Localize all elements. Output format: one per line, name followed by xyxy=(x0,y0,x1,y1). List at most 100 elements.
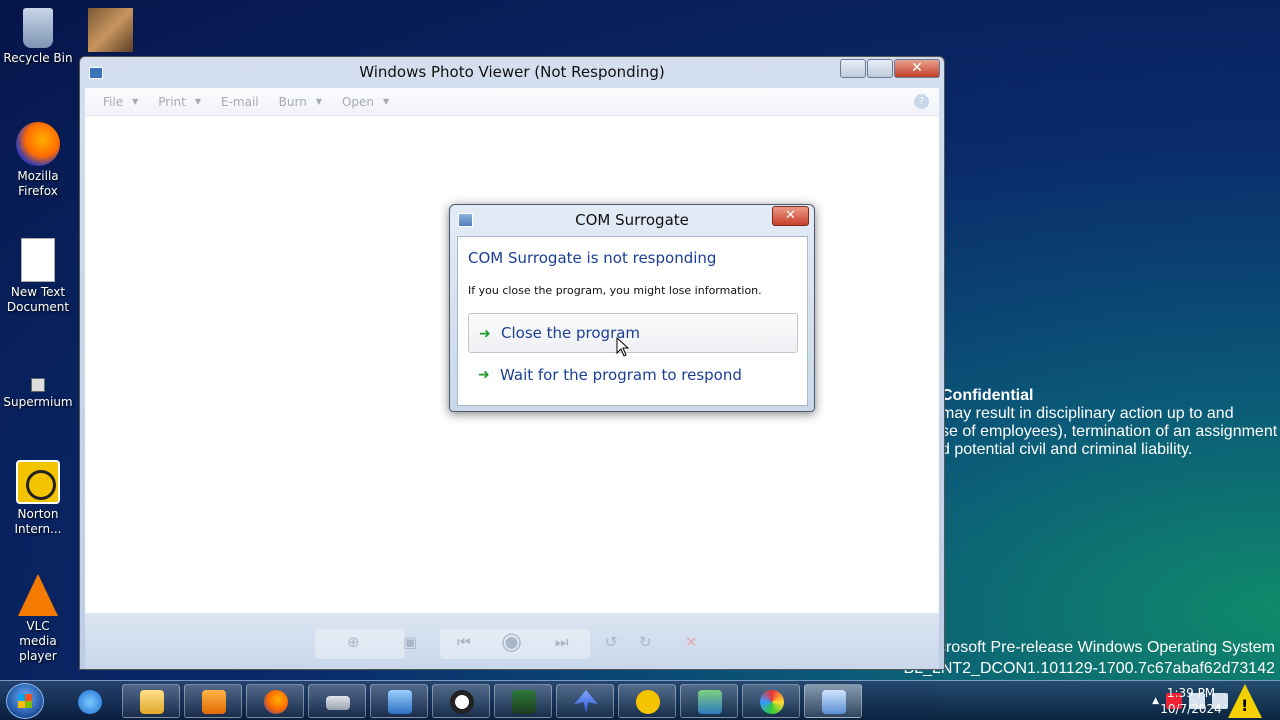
com-surrogate-dialog: COM Surrogate ✕ COM Surrogate is not res… xyxy=(449,204,815,412)
confidential-line: may result in disciplinary action up to … xyxy=(941,405,1234,422)
slideshow-icon[interactable]: ◉ xyxy=(501,627,522,655)
dialog-close-button[interactable]: ✕ xyxy=(772,206,809,226)
start-button[interactable] xyxy=(6,683,44,719)
photo-viewer-toolbar: File ▼ Print ▼ E-mail Burn ▼ Open ▼ ? xyxy=(85,88,939,116)
warning-exclamation-icon: ! xyxy=(1241,696,1249,715)
show-hidden-icons-chevron-icon[interactable]: ▲ xyxy=(1152,696,1159,706)
build-watermark: BL_LNT2_DCON1.101129-1700.7c67abaf62d731… xyxy=(903,660,1275,677)
dialog-body: COM Surrogate is not responding If you c… xyxy=(457,236,808,406)
confidential-line: se of employees), termination of an assi… xyxy=(941,423,1278,440)
close-the-program-button[interactable]: ➜ Close the program xyxy=(468,313,798,353)
wait-for-program-label: Wait for the program to respond xyxy=(500,366,742,384)
desktop-icon-norton[interactable]: Norton Intern... xyxy=(0,460,76,537)
supermium-icon xyxy=(31,378,45,392)
burn-menu-label: Burn xyxy=(278,94,307,109)
taskbar-task-manager[interactable] xyxy=(494,684,552,718)
actual-size-icon[interactable]: ▣ xyxy=(403,633,417,651)
bird-icon xyxy=(574,690,598,714)
confidential-title: Confidential xyxy=(941,387,1034,404)
mouse-cursor-icon xyxy=(616,337,630,357)
taskbar-photo-viewer[interactable] xyxy=(804,684,862,718)
taskbar: ▲ 1:39 PM 10/7/2024 ! xyxy=(0,680,1280,720)
rotate-left-icon[interactable]: ↺ xyxy=(605,633,618,651)
viewer-controls-bar: ⊕ ▣ ⏮ ◉ ⏭ ↺ ↻ ✕ xyxy=(85,613,939,669)
desktop-icon-label: Supermium xyxy=(3,395,73,409)
taskbar-file-explorer[interactable] xyxy=(122,684,180,718)
internet-explorer-icon xyxy=(78,690,102,714)
wait-for-program-button[interactable]: ➜ Wait for the program to respond xyxy=(468,355,798,395)
taskbar-norton[interactable] xyxy=(618,684,676,718)
taskbar-paint[interactable] xyxy=(742,684,800,718)
green-arrow-icon: ➜ xyxy=(479,326,491,342)
prerelease-watermark: icrosoft Pre-release Windows Operating S… xyxy=(934,639,1275,656)
green-arrow-icon: ➜ xyxy=(478,367,490,383)
taskbar-image-app[interactable] xyxy=(680,684,738,718)
chevron-down-icon: ▼ xyxy=(194,97,202,106)
print-menu-label: Print xyxy=(158,94,186,109)
image-app-icon xyxy=(698,690,722,714)
firefox-icon xyxy=(16,122,60,166)
photo-viewer-icon xyxy=(822,690,846,714)
desktop-icon-firefox[interactable]: Mozilla Firefox xyxy=(0,122,76,199)
window-title: Windows Photo Viewer (Not Responding) xyxy=(359,63,665,81)
desktop-icon-label: VLC media player xyxy=(19,619,57,663)
chevron-down-icon: ▼ xyxy=(132,97,139,106)
dialog-title: COM Surrogate xyxy=(575,211,689,229)
desktop-icon-label: Recycle Bin xyxy=(3,51,73,65)
desktop-icon-recycle-bin[interactable]: Recycle Bin xyxy=(0,8,76,66)
control-panel-icon xyxy=(388,690,412,714)
desktop-icon-vlc[interactable]: VLC media player xyxy=(0,574,76,664)
vlc-cone-icon xyxy=(18,574,58,616)
minimize-button[interactable] xyxy=(840,59,866,78)
firefox-icon xyxy=(264,690,288,714)
burn-menu[interactable]: Burn ▼ xyxy=(279,95,322,109)
close-button[interactable]: ✕ xyxy=(894,59,940,78)
confidential-line: d potential civil and criminal liability… xyxy=(941,441,1193,458)
taskbar-bird-app[interactable] xyxy=(556,684,614,718)
zoom-group xyxy=(315,629,405,659)
norton-icon xyxy=(16,460,60,504)
rotate-right-icon[interactable]: ↻ xyxy=(639,633,652,651)
media-player-icon xyxy=(202,690,226,714)
recycle-bin-icon xyxy=(23,8,53,48)
zoom-icon[interactable]: ⊕ xyxy=(347,633,360,651)
delete-icon[interactable]: ✕ xyxy=(685,633,698,651)
email-button[interactable]: E-mail xyxy=(221,95,259,109)
print-menu[interactable]: Print ▼ xyxy=(158,95,201,109)
clock-date: 10/7/2024 xyxy=(1160,702,1222,716)
desktop-icon-supermium[interactable]: Supermium xyxy=(0,378,76,410)
norton-icon xyxy=(636,690,660,714)
chevron-down-icon: ▼ xyxy=(383,97,390,106)
folder-icon xyxy=(140,690,164,714)
help-icon[interactable]: ? xyxy=(914,94,929,109)
open-menu-label: Open xyxy=(341,94,375,109)
taskbar-drive[interactable] xyxy=(308,684,366,718)
desktop-icon-label: Norton Intern... xyxy=(14,507,62,536)
maximize-button[interactable] xyxy=(867,59,893,78)
dialog-message: If you close the program, you might lose… xyxy=(468,284,762,297)
dialog-heading: COM Surrogate is not responding xyxy=(468,249,717,267)
next-icon[interactable]: ⏭ xyxy=(555,633,569,651)
taskbar-control-panel[interactable] xyxy=(370,684,428,718)
desktop-icon-new-text-document[interactable]: New Text Document xyxy=(0,238,76,315)
taskbar-internet-explorer[interactable] xyxy=(60,684,118,718)
system-clock[interactable]: 1:39 PM 10/7/2024 xyxy=(1159,685,1223,717)
chevron-down-icon: ▼ xyxy=(315,97,322,106)
paint-icon xyxy=(760,690,784,714)
desktop-icon-label: New Text Document xyxy=(6,285,70,314)
email-label: E-mail xyxy=(221,94,259,109)
desktop-icon-label: Mozilla Firefox xyxy=(17,169,59,198)
previous-icon[interactable]: ⏮ xyxy=(457,633,471,651)
taskbar-media-player[interactable] xyxy=(184,684,242,718)
text-document-icon xyxy=(21,238,55,282)
taskbar-firefox[interactable] xyxy=(246,684,304,718)
panda-icon xyxy=(450,690,474,714)
file-menu[interactable]: File ▼ xyxy=(103,95,138,109)
taskbar-panda[interactable] xyxy=(432,684,490,718)
cat-image-thumbnail[interactable] xyxy=(88,8,133,52)
file-menu-label: File xyxy=(103,94,124,109)
drive-icon xyxy=(326,696,350,710)
clock-time: 1:39 PM xyxy=(1166,686,1216,700)
open-menu[interactable]: Open ▼ xyxy=(342,95,389,109)
task-manager-icon xyxy=(512,690,536,714)
